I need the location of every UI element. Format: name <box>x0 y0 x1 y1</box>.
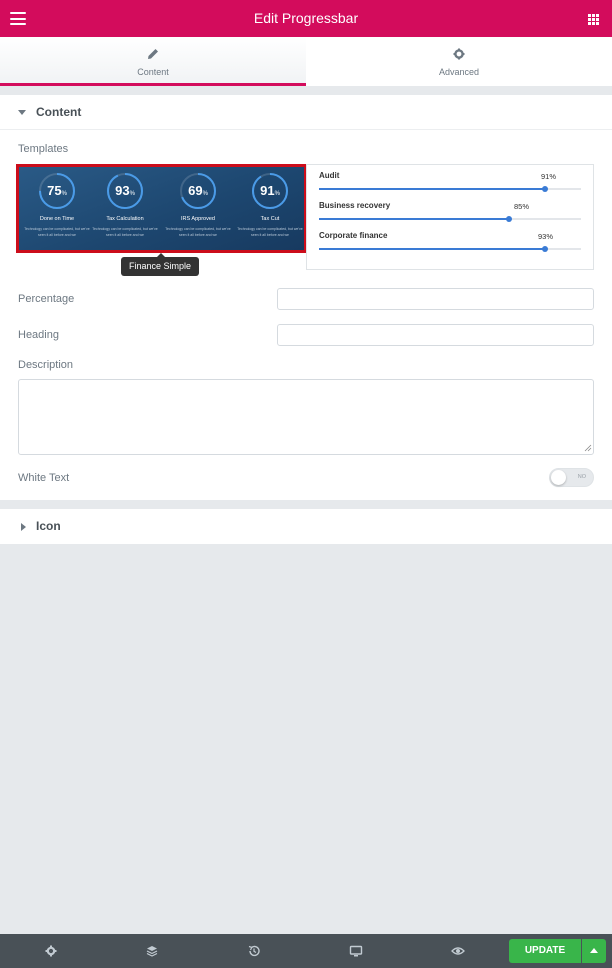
circle-value: 69 <box>188 183 203 198</box>
toggle-state-label: NO <box>577 474 586 480</box>
bar-handle <box>506 216 512 222</box>
circle-title: Done on Time <box>39 216 75 222</box>
heading-label: Heading <box>18 329 59 341</box>
percentage-input[interactable] <box>277 288 594 310</box>
percentage-label: Percentage <box>18 293 75 305</box>
template-finance-simple[interactable]: 75% Done on Time Technology can be compl… <box>16 164 307 253</box>
progress-circle: 93% <box>105 171 145 211</box>
template-progress-bars[interactable]: Audit 91% Business recovery 85% Corporat… <box>306 164 594 270</box>
toggle-knob <box>551 470 566 485</box>
templates-label: Templates <box>18 143 69 155</box>
bar-handle <box>542 186 548 192</box>
desktop-icon[interactable] <box>349 944 363 958</box>
description-textarea[interactable] <box>18 379 594 455</box>
circle-value: 91 <box>260 183 275 198</box>
tab-bar: Content Advanced <box>0 37 612 86</box>
tab-content[interactable]: Content <box>0 37 306 86</box>
content-section-toggle[interactable]: Content <box>0 95 612 130</box>
heading-input[interactable] <box>277 324 594 346</box>
circle-value: 93 <box>115 183 130 198</box>
gear-icon <box>306 48 612 61</box>
bar-fill <box>319 248 545 250</box>
pencil-icon <box>0 48 306 61</box>
circle-title: IRS Approved <box>181 216 215 222</box>
circle-description: Technology can be complicated, but we've… <box>92 227 158 237</box>
circle-description: Technology can be complicated, but we've… <box>165 227 231 237</box>
layers-icon[interactable] <box>145 944 159 958</box>
icon-section-title: Icon <box>36 519 61 533</box>
template-tooltip: Finance Simple <box>121 253 200 276</box>
history-icon[interactable] <box>247 944 261 958</box>
content-section-title: Content <box>36 105 82 119</box>
white-text-toggle[interactable]: NO <box>549 468 594 487</box>
panel-header: Edit Progressbar <box>0 0 612 37</box>
bar-title: Business recovery <box>319 201 391 210</box>
bar-percent: 85% <box>514 202 530 211</box>
bar-handle <box>542 246 548 252</box>
circle-title: Tax Cut <box>260 216 280 222</box>
grid-icon[interactable] <box>588 14 599 25</box>
eye-icon[interactable] <box>451 944 465 958</box>
circle-title: Tax Calculation <box>106 216 144 222</box>
resize-handle-icon[interactable] <box>584 444 592 452</box>
white-text-label: White Text <box>18 472 70 484</box>
tab-advanced-label: Advanced <box>438 67 480 77</box>
description-label: Description <box>18 359 74 371</box>
circle-description: Technology can be complicated, but we've… <box>24 227 90 237</box>
circle-value: 75 <box>47 183 62 198</box>
bar-fill <box>319 218 509 220</box>
update-button[interactable]: UPDATE <box>509 939 581 963</box>
tab-content-label: Content <box>137 67 169 77</box>
caret-right-icon <box>21 523 26 531</box>
progress-circle: 91% <box>250 171 290 211</box>
bar-title: Audit <box>319 171 340 180</box>
progress-circle: 75% <box>37 171 77 211</box>
panel-title: Edit Progressbar <box>253 10 359 26</box>
panel-footer: UPDATE <box>0 934 612 968</box>
tab-advanced[interactable]: Advanced <box>306 37 612 86</box>
circle-description: Technology can be complicated, but we've… <box>237 227 303 237</box>
bar-percent: 91% <box>541 172 557 181</box>
icon-section-toggle[interactable]: Icon <box>0 509 612 544</box>
icon-section: Icon <box>0 509 612 544</box>
update-options-button[interactable] <box>582 939 606 963</box>
bar-title: Corporate finance <box>319 231 388 240</box>
bar-percent: 93% <box>538 232 554 241</box>
progress-circle: 69% <box>178 171 218 211</box>
bar-fill <box>319 188 545 190</box>
caret-down-icon <box>18 110 26 115</box>
settings-icon[interactable] <box>44 944 58 958</box>
